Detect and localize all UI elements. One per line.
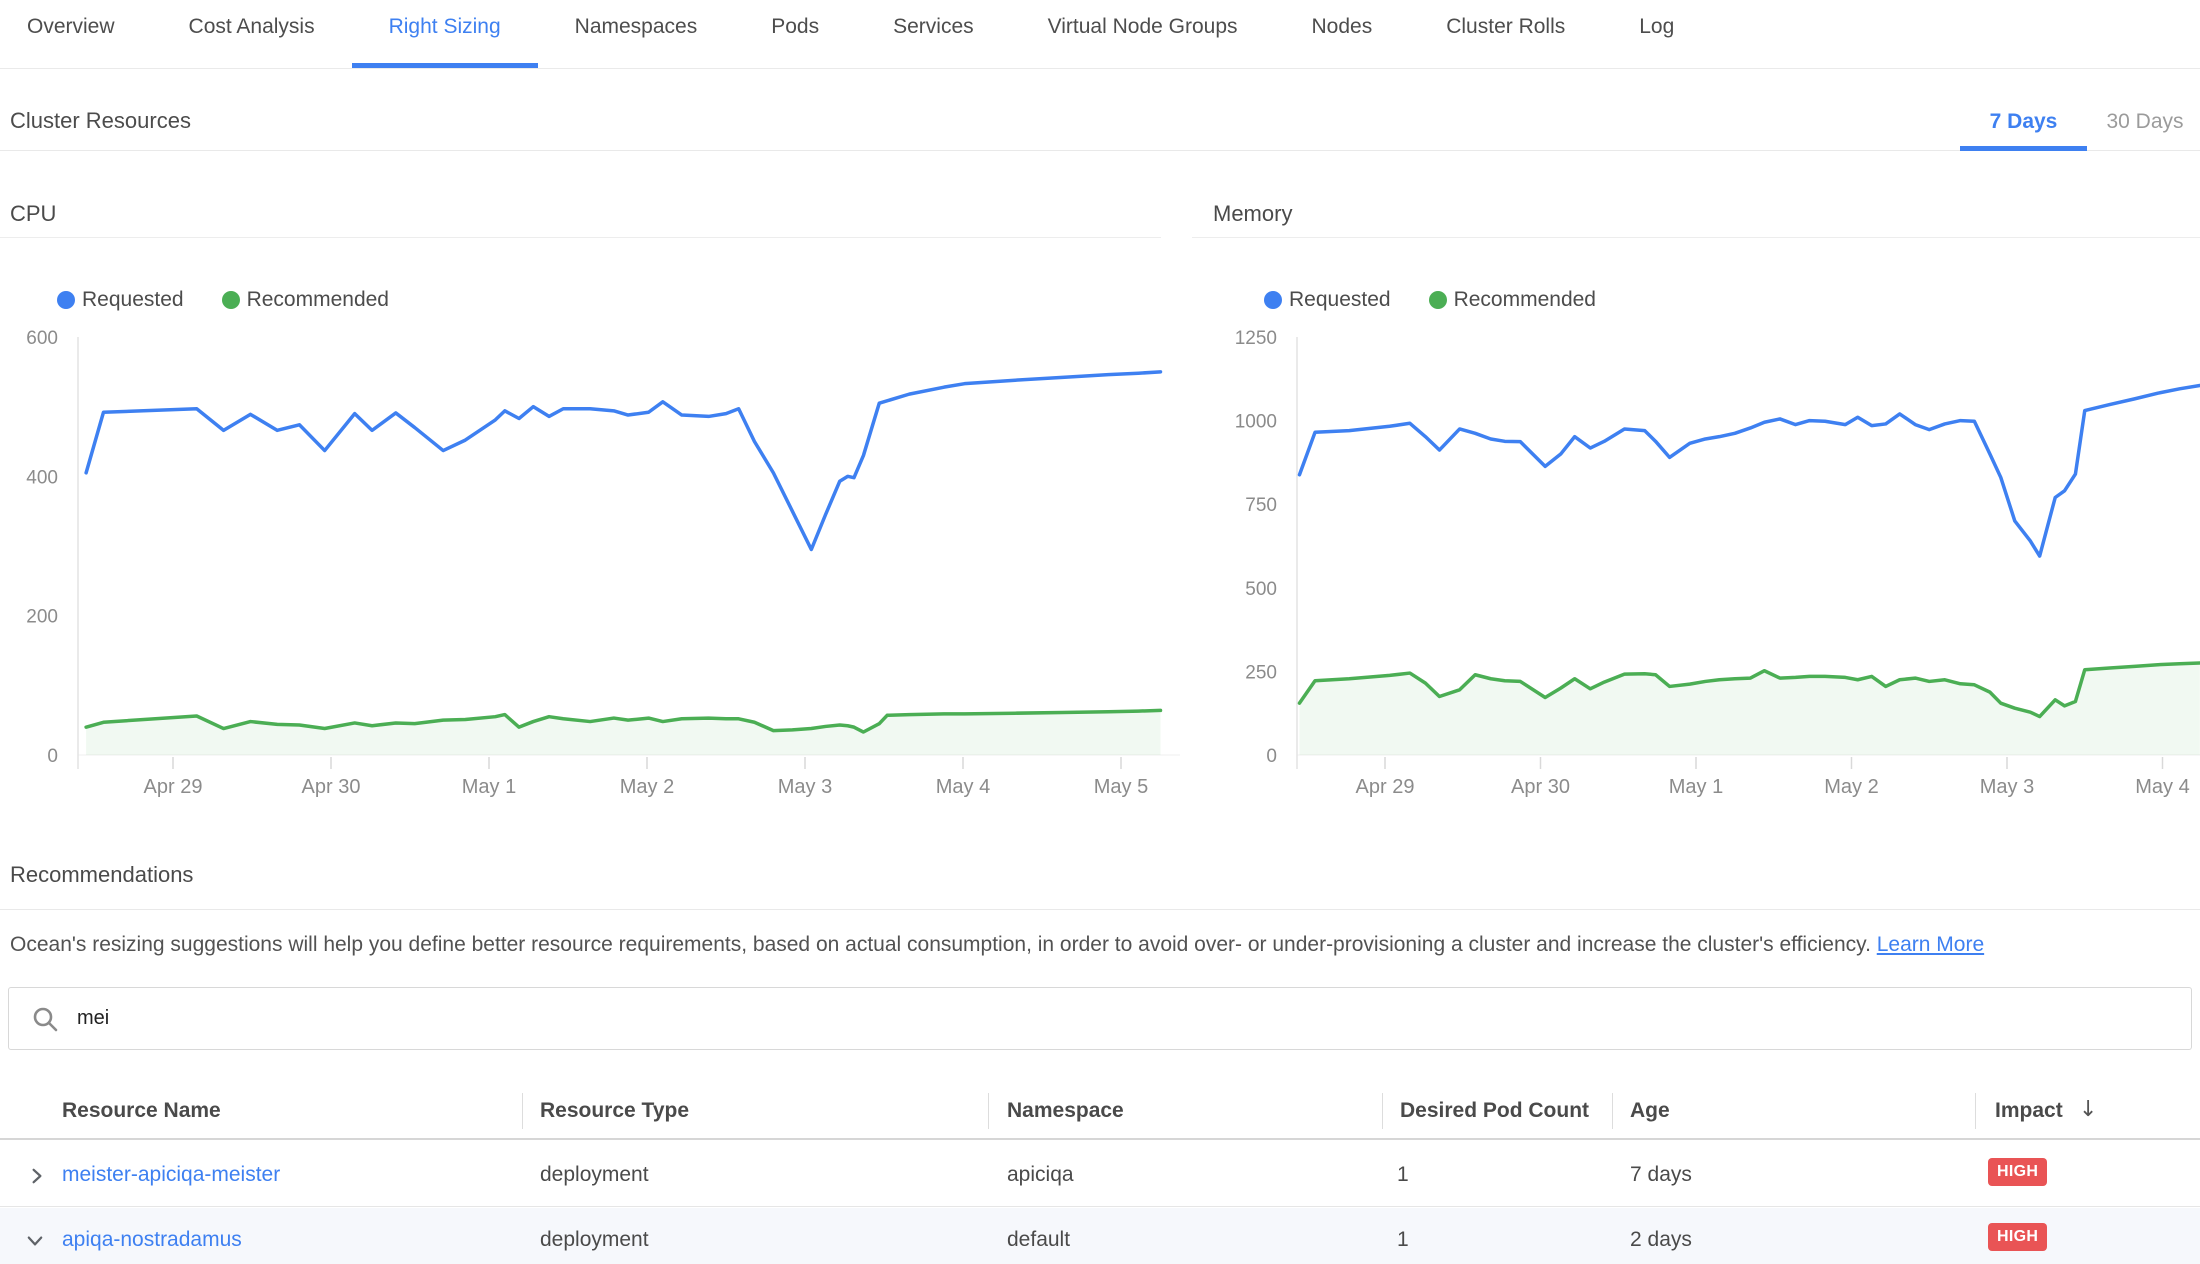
range-tab-7-days[interactable]: 7 Days	[1960, 110, 2087, 134]
age-cell: 7 days	[1630, 1163, 1692, 1187]
tab-right-sizing[interactable]: Right Sizing	[352, 0, 538, 68]
svg-text:1000: 1000	[1235, 412, 1277, 433]
recommendations-description: Ocean's resizing suggestions will help y…	[10, 933, 1984, 957]
cluster-resources-title: Cluster Resources	[10, 108, 191, 134]
svg-text:May 4: May 4	[2135, 776, 2189, 798]
svg-text:May 5: May 5	[1094, 776, 1148, 798]
learn-more-link[interactable]: Learn More	[1877, 933, 1984, 956]
impact-badge: HIGH	[1988, 1223, 2047, 1251]
memory-line-chart: 0 250 500 750 1000 1250 Apr 29 Apr 30 May 1 May 2…	[1190, 300, 2200, 810]
range-tab-30-days[interactable]: 30 Days	[2095, 110, 2195, 134]
namespace-cell: apiciqa	[1007, 1163, 1074, 1187]
tab-nodes[interactable]: Nodes	[1275, 0, 1410, 68]
memory-chart-title: Memory	[1213, 201, 1292, 227]
chevron-right-icon[interactable]	[28, 1167, 46, 1185]
tab-bar-inner: OverviewCost AnalysisRight SizingNamespa…	[0, 0, 2200, 68]
chevron-down-icon[interactable]	[26, 1232, 44, 1250]
recommendations-title: Recommendations	[10, 862, 193, 888]
search-value: mei	[77, 1007, 109, 1030]
recommendations-description-text: Ocean's resizing suggestions will help y…	[10, 933, 1871, 956]
col-separator	[1612, 1093, 1613, 1129]
svg-text:250: 250	[1245, 662, 1277, 683]
svg-text:Apr 29: Apr 29	[1356, 776, 1415, 798]
namespace-cell: default	[1007, 1228, 1070, 1252]
tab-services[interactable]: Services	[856, 0, 1011, 68]
impact-badge: HIGH	[1988, 1158, 2047, 1186]
svg-text:Apr 29: Apr 29	[144, 776, 203, 798]
svg-text:Apr 30: Apr 30	[1511, 776, 1570, 798]
range-tab-active-underline	[1960, 146, 2087, 151]
cpu-chart-title: CPU	[10, 201, 56, 227]
svg-text:750: 750	[1245, 495, 1277, 516]
table-row[interactable]: apiqa-nostradamus deployment default 1 2…	[0, 1208, 2200, 1264]
resource-type-cell: deployment	[540, 1163, 649, 1187]
resource-name-link[interactable]: apiqa-nostradamus	[62, 1228, 242, 1252]
table-row[interactable]: meister-apiciqa-meister deployment apici…	[0, 1141, 2200, 1207]
col-separator	[1382, 1093, 1383, 1129]
svg-text:May 3: May 3	[778, 776, 832, 798]
svg-text:0: 0	[47, 746, 58, 767]
pod-count-cell: 1	[1397, 1163, 1409, 1187]
cpu-line-chart: 0 200 400 600 Apr 29 Apr 30 May 1 May 2 May 3 May…	[0, 300, 1180, 810]
tab-pods[interactable]: Pods	[734, 0, 856, 68]
tab-bar: OverviewCost AnalysisRight SizingNamespa…	[0, 0, 2200, 69]
sort-desc-icon[interactable]: ↓	[2079, 1097, 2097, 1122]
svg-text:May 3: May 3	[1980, 776, 2034, 798]
svg-text:1250: 1250	[1235, 328, 1277, 349]
svg-text:May 2: May 2	[1824, 776, 1878, 798]
col-separator	[522, 1093, 523, 1129]
col-header-namespace[interactable]: Namespace	[1007, 1099, 1124, 1123]
search-input[interactable]: mei	[8, 987, 2192, 1050]
resource-name-link[interactable]: meister-apiciqa-meister	[62, 1163, 280, 1187]
col-header-resource-type[interactable]: Resource Type	[540, 1099, 689, 1123]
tab-log[interactable]: Log	[1602, 0, 1711, 68]
tab-cluster-rolls[interactable]: Cluster Rolls	[1409, 0, 1602, 68]
tab-virtual-node-groups[interactable]: Virtual Node Groups	[1011, 0, 1275, 68]
svg-text:May 2: May 2	[620, 776, 674, 798]
cpu-title-divider	[0, 237, 1161, 238]
col-header-impact[interactable]: Impact	[1995, 1099, 2063, 1123]
svg-text:200: 200	[26, 607, 58, 628]
age-cell: 2 days	[1630, 1228, 1692, 1252]
svg-text:May 1: May 1	[462, 776, 516, 798]
table-header-divider	[0, 1138, 2200, 1140]
section-divider	[0, 150, 2200, 151]
tab-namespaces[interactable]: Namespaces	[538, 0, 735, 68]
svg-text:400: 400	[26, 467, 58, 488]
col-header-resource-name[interactable]: Resource Name	[62, 1099, 221, 1123]
col-header-desired-pod-count[interactable]: Desired Pod Count	[1400, 1099, 1589, 1123]
svg-text:Apr 30: Apr 30	[302, 776, 361, 798]
svg-text:500: 500	[1245, 579, 1277, 600]
col-separator	[1975, 1093, 1976, 1129]
col-header-age[interactable]: Age	[1630, 1099, 1670, 1123]
svg-text:May 1: May 1	[1669, 776, 1723, 798]
svg-text:600: 600	[26, 328, 58, 349]
svg-text:0: 0	[1266, 746, 1277, 767]
memory-title-divider	[1192, 237, 2200, 238]
tab-cost-analysis[interactable]: Cost Analysis	[152, 0, 352, 68]
resource-type-cell: deployment	[540, 1228, 649, 1252]
pod-count-cell: 1	[1397, 1228, 1409, 1252]
tab-overview[interactable]: Overview	[0, 0, 152, 68]
recommendations-divider	[0, 909, 2200, 910]
col-separator	[988, 1093, 989, 1129]
search-icon	[31, 1005, 59, 1033]
svg-text:May 4: May 4	[936, 776, 990, 798]
